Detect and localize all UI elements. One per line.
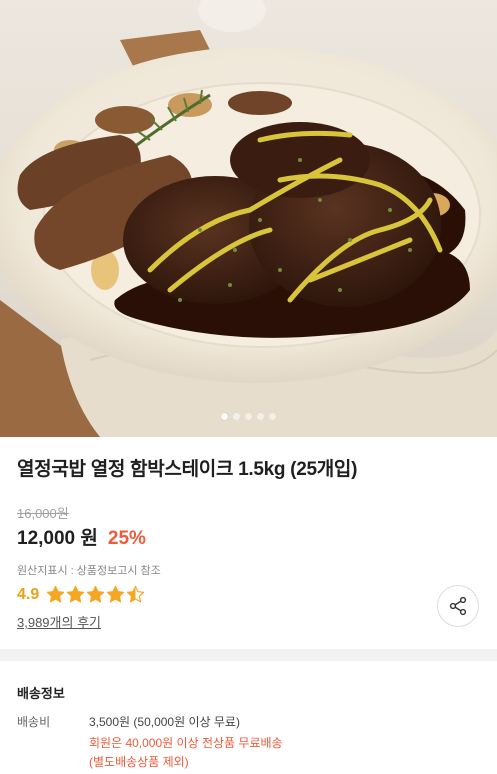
gallery-dot[interactable]	[233, 413, 240, 420]
shipping-heading: 배송정보	[17, 686, 65, 701]
product-photo	[0, 0, 497, 437]
gallery-dot[interactable]	[257, 413, 264, 420]
gallery-dot[interactable]	[245, 413, 252, 420]
shipping-fee-value: 3,500원 (50,000원 이상 무료)	[89, 715, 240, 729]
rating-score: 4.9	[17, 585, 40, 603]
gallery-pagination	[0, 413, 497, 420]
share-icon	[449, 596, 467, 616]
product-info-section: 열정국밥 열정 함박스테이크 1.5kg (25개입) 16,000원 12,0…	[0, 437, 497, 649]
shipping-fee-label: 배송비	[17, 715, 51, 729]
product-image-gallery[interactable]	[0, 0, 497, 437]
shipping-exception-notice: (별도배송상품 제외)	[89, 755, 189, 769]
star-full-icon	[107, 585, 125, 603]
product-title: 열정국밥 열정 함박스테이크 1.5kg (25개입)	[17, 459, 358, 480]
star-full-icon	[67, 585, 85, 603]
origin-notice: 원산지표시 : 상품정보고시 참조	[17, 565, 161, 577]
star-full-icon	[47, 585, 65, 603]
section-divider	[0, 649, 497, 661]
star-half-icon	[127, 585, 145, 603]
gallery-dot[interactable]	[269, 413, 276, 420]
price-row: 12,000 원 25%	[17, 523, 146, 550]
rating-row: 4.9	[17, 585, 145, 604]
discount-rate: 25%	[107, 528, 146, 549]
rating-stars	[46, 585, 145, 604]
star-full-icon	[87, 585, 105, 603]
share-button[interactable]	[437, 585, 479, 627]
shipping-info-section: 배송정보 배송비 3,500원 (50,000원 이상 무료) 회원은 40,0…	[0, 661, 497, 774]
sale-price: 12,000 원	[17, 528, 98, 549]
original-price: 16,000원	[17, 506, 69, 521]
gallery-dot[interactable]	[221, 413, 228, 420]
member-free-shipping-notice: 회원은 40,000원 이상 전상품 무료배송	[89, 736, 283, 750]
reviews-link[interactable]: 3,989개의 후기	[17, 612, 101, 631]
